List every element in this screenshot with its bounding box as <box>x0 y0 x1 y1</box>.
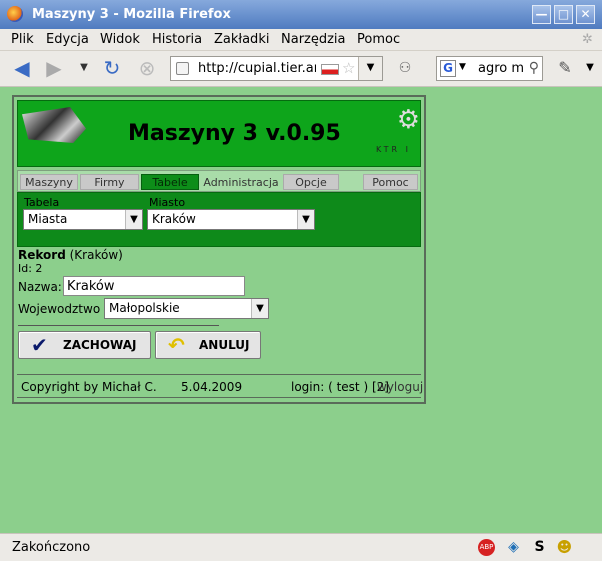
tab-opcje[interactable]: Opcje <box>283 174 339 190</box>
record-heading: Rekord (Kraków) <box>18 248 123 262</box>
page-content: Maszyny 3 v.0.95 ⚙ KTR I Maszyny Firmy T… <box>0 87 602 533</box>
menu-bar: Plik Edycja Widok Historia Zakładki Narz… <box>0 29 602 51</box>
search-bar[interactable]: G ▼ agro m ⚲ <box>436 56 543 81</box>
menu-zakladki[interactable]: Zakładki <box>214 32 269 47</box>
activity-throbber-icon: ✲ <box>582 32 593 47</box>
filter-bar: Tabela Miasta ▼ Miasto Kraków ▼ <box>17 192 421 247</box>
tab-bar: Maszyny Firmy Tabele Administracja Opcje… <box>17 170 421 192</box>
menu-widok[interactable]: Widok <box>100 32 140 47</box>
skype-icon[interactable]: S <box>531 539 548 556</box>
chevron-down-icon: ▼ <box>125 210 142 229</box>
forward-icon[interactable]: ▶ <box>42 57 66 81</box>
status-text: Zakończono <box>12 540 91 555</box>
notepad-icon[interactable]: ✎ <box>553 57 577 81</box>
login-text: login: ( test ) [2] <box>291 380 389 394</box>
copyright-text: Copyright by Michał C. <box>21 380 157 394</box>
record-title: Rekord <box>18 248 66 262</box>
record-id: Id: 2 <box>18 262 43 275</box>
search-engine-icon[interactable]: G <box>440 60 456 77</box>
miasto-value: Kraków <box>152 212 196 226</box>
tabela-label: Tabela <box>24 196 60 209</box>
menu-pomoc[interactable]: Pomoc <box>357 32 400 47</box>
chevron-down-icon: ▼ <box>251 299 268 318</box>
gear-icon: ⚙ <box>396 105 420 135</box>
undo-arrow-icon: ↶ <box>168 333 185 357</box>
wojewodztwo-label: Wojewodztwo : <box>18 302 109 316</box>
site-identity-icon[interactable] <box>176 62 189 75</box>
reload-icon[interactable]: ↻ <box>100 57 124 81</box>
bookmark-star-icon[interactable]: ☆ <box>342 59 355 77</box>
flag-icon <box>321 64 339 75</box>
stop-icon[interactable]: ⊗ <box>135 57 159 81</box>
date-text: 5.04.2009 <box>181 380 243 394</box>
minimize-button[interactable]: — <box>532 5 551 24</box>
back-icon[interactable]: ◀ <box>10 57 34 81</box>
search-icon[interactable]: ⚲ <box>529 60 539 76</box>
engine-dropdown-icon[interactable]: ▼ <box>459 62 466 72</box>
tabela-select[interactable]: Miasta ▼ <box>23 209 143 230</box>
app-banner: Maszyny 3 v.0.95 ⚙ KTR I <box>17 100 421 167</box>
ktr-logo-text: KTR I <box>376 145 411 154</box>
record-subtitle: (Kraków) <box>69 248 123 262</box>
page-footer: Copyright by Michał C. 5.04.2009 login: … <box>17 374 423 398</box>
translate-icon[interactable]: ◈ <box>505 539 522 556</box>
navigation-toolbar: ◀ ▶ ▼ ↻ ⊗ http://cupial.tier.ar ☆ ▼ ⚇ G … <box>0 51 602 87</box>
page-title: Maszyny 3 v.0.95 <box>128 121 341 146</box>
app-panel: Maszyny 3 v.0.95 ⚙ KTR I Maszyny Firmy T… <box>12 95 426 404</box>
tabela-value: Miasta <box>28 212 68 226</box>
history-dropdown-icon[interactable]: ▼ <box>72 57 96 81</box>
url-text[interactable]: http://cupial.tier.ar <box>198 61 316 76</box>
address-bar[interactable]: http://cupial.tier.ar ☆ ▼ <box>170 56 383 81</box>
tab-administracja[interactable]: Administracja <box>201 174 281 190</box>
tab-tabele[interactable]: Tabele <box>141 174 199 190</box>
miasto-select[interactable]: Kraków ▼ <box>147 209 315 230</box>
ktr-logo: ⚙ KTR I <box>374 105 420 154</box>
save-button[interactable]: ✔ ZACHOWAJ <box>18 331 151 359</box>
tab-firmy[interactable]: Firmy <box>80 174 139 190</box>
url-dropdown-button[interactable]: ▼ <box>358 57 382 80</box>
miasto-label: Miasto <box>149 196 186 209</box>
wojewodztwo-value: Małopolskie <box>109 301 180 315</box>
save-button-label: ZACHOWAJ <box>63 338 137 352</box>
close-window-button[interactable]: ✕ <box>576 5 595 24</box>
maximize-button[interactable]: □ <box>554 5 573 24</box>
menu-narzedzia[interactable]: Narzędzia <box>281 32 346 47</box>
toolbar-dropdown-icon[interactable]: ▼ <box>578 57 602 81</box>
chevron-down-icon: ▼ <box>297 210 314 229</box>
tab-maszyny[interactable]: Maszyny <box>20 174 78 190</box>
nazwa-label: Nazwa: <box>18 280 62 294</box>
tab-pomoc[interactable]: Pomoc <box>363 174 418 190</box>
window-title: Maszyny 3 - Mozilla Firefox <box>32 7 231 22</box>
menu-plik[interactable]: Plik <box>11 32 34 47</box>
search-input[interactable]: agro m <box>478 61 524 76</box>
menu-historia[interactable]: Historia <box>152 32 202 47</box>
divider <box>18 325 219 326</box>
logout-link[interactable]: wyloguj <box>377 380 423 394</box>
greasemonkey-icon[interactable]: ☻ <box>556 539 573 556</box>
nazwa-input[interactable] <box>63 276 245 296</box>
cancel-button[interactable]: ↶ ANULUJ <box>155 331 261 359</box>
menu-edycja[interactable]: Edycja <box>46 32 89 47</box>
extension-icon[interactable]: ⚇ <box>393 57 417 81</box>
wojewodztwo-select[interactable]: Małopolskie ▼ <box>104 298 269 319</box>
adblock-icon[interactable]: ABP <box>478 539 495 556</box>
status-bar: Zakończono ABP ◈ S ☻ <box>0 533 602 561</box>
logo-left-image <box>22 107 86 143</box>
cancel-button-label: ANULUJ <box>199 338 250 352</box>
checkmark-icon: ✔ <box>31 333 48 357</box>
firefox-icon <box>7 6 23 22</box>
window-titlebar: Maszyny 3 - Mozilla Firefox — □ ✕ <box>0 0 602 29</box>
